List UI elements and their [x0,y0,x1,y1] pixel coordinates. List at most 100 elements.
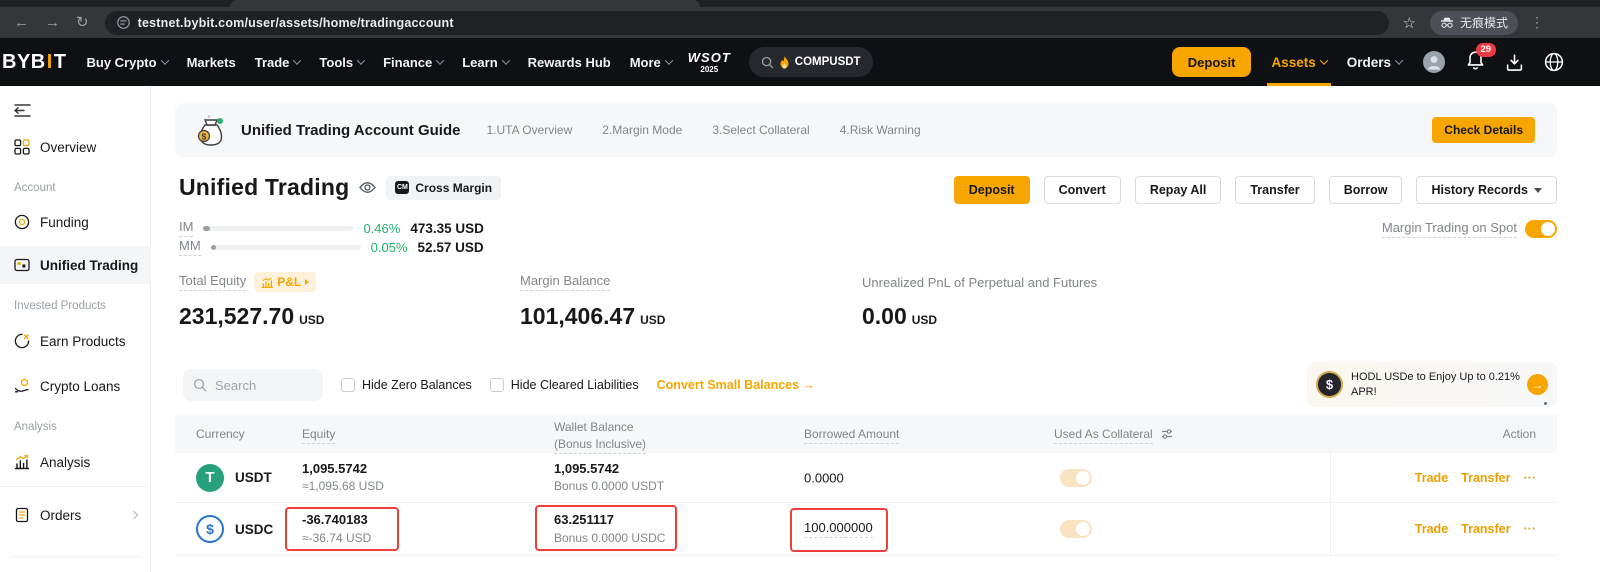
unified-trading-icon [14,257,30,273]
guide-step-3[interactable]: 3.Select Collateral [712,123,809,137]
nav-deposit-button[interactable]: Deposit [1172,47,1252,77]
repay-all-button[interactable]: Repay All [1135,176,1222,204]
currency-cell: T USDT [196,464,272,492]
mm-progress-bar [211,245,361,250]
wsot-2025-logo[interactable]: WSOT 2025 [688,51,731,74]
browser-menu-icon[interactable]: ⋮ [1530,14,1544,31]
search-input[interactable] [213,377,308,394]
sidebar-divider [0,486,151,487]
deposit-button[interactable]: Deposit [954,176,1030,204]
sidebar-item-overview[interactable]: Overview [0,131,151,163]
borrowed-amount-cell: 100.000000 [804,520,873,538]
collateral-toggle[interactable] [1060,520,1092,538]
menu-markets[interactable]: Markets [187,55,236,70]
trade-link[interactable]: Trade [1415,522,1448,536]
unrealized-pnl-label: Unrealized PnL of Perpetual and Futures [862,275,1097,290]
globe-language-icon[interactable] [1544,52,1564,72]
download-icon[interactable] [1505,53,1524,72]
header-equity[interactable]: Equity [302,427,335,444]
promo-text: HODL USDe to Enjoy Up to 0.21% APR! [1351,370,1527,400]
main-content: $ Unified Trading Account Guide 1.UTA Ov… [152,86,1600,572]
history-records-button[interactable]: History Records [1416,176,1557,204]
menu-learn[interactable]: Learn [462,55,508,70]
sidebar-divider [10,556,141,557]
transfer-button[interactable]: Transfer [1235,176,1314,204]
header-borrowed-amount[interactable]: Borrowed Amount [804,427,899,444]
forward-icon[interactable]: → [45,15,60,30]
usde-coin-icon: $ [1316,371,1343,398]
sidebar-item-earn-products[interactable]: Earn Products [0,325,151,357]
sidebar-item-analysis[interactable]: Analysis [0,446,151,478]
asset-search[interactable] [183,369,323,401]
site-info-icon[interactable] [117,16,130,29]
eye-visibility-icon[interactable] [359,181,376,194]
filter-sliders-icon[interactable] [1161,428,1173,440]
transfer-link[interactable]: Transfer [1461,471,1510,485]
margin-spot-label: Margin Trading on Spot [1382,220,1517,238]
hide-cleared-liabilities-checkbox[interactable]: Hide Cleared Liabilities [490,378,639,392]
bybit-logo[interactable]: BYBIT [2,51,67,74]
back-icon[interactable]: ← [14,15,29,30]
menu-rewards-hub[interactable]: Rewards Hub [528,55,611,70]
hide-zero-balances-checkbox[interactable]: Hide Zero Balances [341,378,472,392]
promo-arrow-button[interactable]: → [1527,374,1548,395]
more-actions-icon[interactable]: ··· [1524,522,1537,536]
usde-promo-banner[interactable]: $ HODL USDe to Enjoy Up to 0.21% APR! → [1307,362,1557,407]
usdc-icon: $ [196,515,224,543]
guide-step-2[interactable]: 2.Margin Mode [602,123,682,137]
check-details-button[interactable]: Check Details [1432,117,1535,143]
sidebar-item-orders[interactable]: Orders [0,499,151,531]
trade-link[interactable]: Trade [1415,471,1448,485]
guide-title: Unified Trading Account Guide [241,122,460,139]
action-cell: Trade Transfer ··· [1415,471,1536,485]
pnl-badge[interactable]: P&L [254,272,316,292]
cross-margin-icon: CM [395,181,409,194]
collapse-sidebar-icon[interactable] [14,103,31,118]
active-tab[interactable] [230,0,700,7]
nav-search-box[interactable]: COMPUSDT [749,47,873,77]
menu-more[interactable]: More [630,55,672,70]
header-used-as-collateral[interactable]: Used As Collateral [1054,427,1173,441]
menu-finance[interactable]: Finance [383,55,443,70]
guide-step-1[interactable]: 1.UTA Overview [486,123,572,137]
convert-button[interactable]: Convert [1044,176,1121,204]
borrow-button[interactable]: Borrow [1329,176,1403,204]
menu-trade[interactable]: Trade [255,55,301,70]
mm-usd-value: 52.57 USD [418,240,484,255]
filter-row: Hide Zero Balances Hide Cleared Liabilit… [183,369,815,401]
reload-icon[interactable]: ↻ [76,15,89,30]
more-actions-icon[interactable]: ··· [1524,471,1537,485]
header-wallet-balance[interactable]: Wallet Balance (Bonus Inclusive) [554,419,646,454]
margin-balance-value: 101,406.47USD [520,303,665,330]
collateral-toggle[interactable] [1060,469,1092,487]
bookmark-star-icon[interactable]: ☆ [1403,14,1416,32]
menu-buy-crypto[interactable]: Buy Crypto [87,55,168,70]
sidebar-section-account: Account [14,182,56,194]
checkbox-icon[interactable] [341,378,355,392]
analysis-chart-icon [14,454,30,470]
convert-small-balances-link[interactable]: Convert Small Balances → [657,378,815,392]
orders-document-icon [14,507,30,523]
checkbox-icon[interactable] [490,378,504,392]
margin-mode-badge[interactable]: CM Cross Margin [386,176,501,200]
transfer-link[interactable]: Transfer [1461,522,1510,536]
nav-orders-tab[interactable]: Orders [1347,55,1402,70]
sidebar-item-funding[interactable]: Funding [0,206,151,238]
sidebar: Overview Account Funding Unified Trading… [0,86,151,572]
account-heading: Unified Trading CM Cross Margin [179,174,501,201]
guide-step-4[interactable]: 4.Risk Warning [840,123,921,137]
total-equity-value: 231,527.70USD [179,303,324,330]
avatar[interactable] [1422,50,1446,74]
menu-tools[interactable]: Tools [319,55,364,70]
main-menu: Buy Crypto Markets Trade Tools Finance L… [87,55,672,70]
chevron-down-icon [436,56,444,64]
sidebar-item-unified-trading[interactable]: Unified Trading [0,246,151,284]
margin-spot-toggle[interactable] [1525,220,1557,238]
notifications-bell[interactable]: 29 [1466,50,1485,75]
url-text: testnet.bybit.com/user/assets/home/tradi… [138,16,454,30]
notification-count-badge: 29 [1476,43,1496,57]
address-bar[interactable]: testnet.bybit.com/user/assets/home/tradi… [105,11,1389,35]
nav-assets-tab[interactable]: Assets [1271,38,1326,86]
sidebar-item-crypto-loans[interactable]: Crypto Loans [0,370,151,402]
top-navigation: BYBIT Buy Crypto Markets Trade Tools Fin… [0,38,1600,86]
